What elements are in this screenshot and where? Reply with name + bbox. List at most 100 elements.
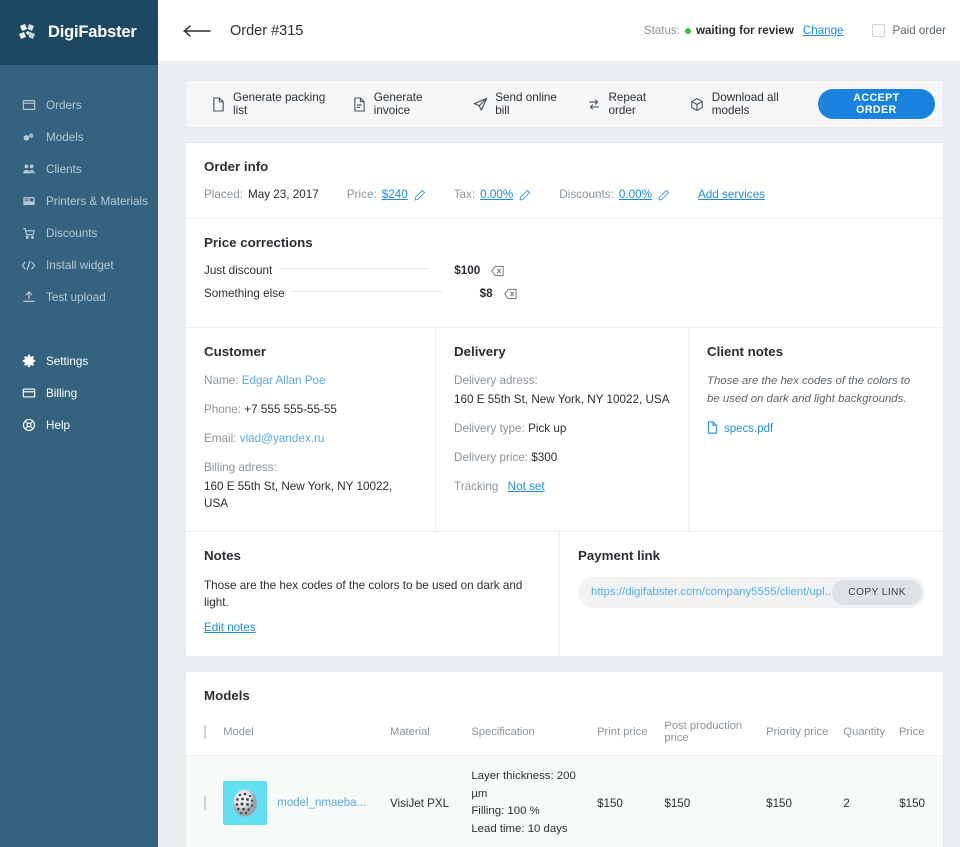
sidebar-item-discounts[interactable]: Discounts [0, 217, 158, 249]
price-label: Price: [347, 188, 377, 201]
tracking-value-link[interactable]: Not set [508, 480, 545, 493]
placed-group: Placed: May 23, 2017 [204, 188, 319, 201]
edit-tax-pencil-icon[interactable] [519, 189, 531, 201]
sidebar-divider-gap [0, 313, 158, 345]
delivery-tracking-row: Tracking Not set [454, 479, 670, 496]
discounts-value[interactable]: 0.00% [619, 188, 652, 201]
price-value[interactable]: $240 [382, 188, 408, 201]
customer-name-value[interactable]: Edgar Allan Poe [242, 374, 326, 387]
sidebar-item-printers-materials[interactable]: Printers & Materials [0, 185, 158, 217]
change-status-link[interactable]: Change [803, 24, 844, 37]
sidebar-item-orders[interactable]: Orders [0, 89, 158, 121]
order-info-row: Placed: May 23, 2017 Price: $240 Tax: [204, 188, 925, 201]
models-table-body: model_nmaeba... VisiJet PXL Layer thickn… [186, 755, 943, 847]
brand-name: DigiFabster [48, 23, 137, 42]
model-name-link[interactable]: model_nmaeba... [277, 797, 366, 809]
model-price: $150 [895, 755, 943, 847]
customer-billing-row: Billing adress: 160 E 55th St, New York,… [204, 460, 417, 513]
customer-title: Customer [204, 344, 417, 359]
status-badge: waiting for review [696, 24, 794, 37]
sidebar-item-settings[interactable]: Settings [0, 345, 158, 377]
sidebar-item-label: Billing [46, 387, 77, 400]
table-header-row: Model Material Specification Print price… [186, 714, 943, 756]
correction-amount: $8 [449, 287, 493, 300]
sidebar-item-models[interactable]: Models [0, 121, 158, 153]
sidebar-item-label: Help [46, 419, 70, 432]
edit-discounts-pencil-icon[interactable] [658, 189, 670, 201]
order-info-title: Order info [204, 159, 925, 174]
back-arrow-icon[interactable] [183, 23, 213, 39]
sidebar-item-label: Install widget [46, 259, 114, 272]
delivery-price-value: $300 [531, 451, 557, 464]
notes-payment-columns: Notes Those are the hex codes of the col… [186, 532, 943, 656]
customer-phone-label: Phone: [204, 403, 241, 416]
col-post-production-price: Post production price [660, 714, 762, 756]
add-services-link[interactable]: Add services [698, 188, 765, 201]
topbar-right: Status: waiting for review Change Paid o… [644, 24, 946, 37]
file-icon [211, 97, 226, 112]
models-icon [21, 130, 36, 145]
client-notes-attachment[interactable]: specs.pdf [707, 421, 925, 437]
copy-link-button[interactable]: COPY LINK [832, 580, 922, 605]
sidebar-item-label: Orders [46, 99, 82, 112]
price-group: Price: $240 [347, 188, 426, 201]
delivery-title: Delivery [454, 344, 670, 359]
sidebar-item-test-upload[interactable]: Test upload [0, 281, 158, 313]
generate-invoice-button[interactable]: Generate invoice [341, 81, 462, 127]
client-notes-section: Client notes Those are the hex codes of … [689, 328, 943, 531]
tax-value[interactable]: 0.00% [480, 188, 513, 201]
placed-value: May 23, 2017 [248, 188, 319, 201]
generate-packing-list-button[interactable]: Generate packing list [200, 81, 341, 127]
model-thumbnail[interactable] [223, 781, 267, 825]
edit-price-pencil-icon[interactable] [414, 189, 426, 201]
tool-label: Generate invoice [374, 91, 451, 117]
spec-filling: Filling: 100 % [471, 803, 589, 821]
select-all-checkbox[interactable] [204, 725, 206, 739]
model-specification: Layer thickness: 200 µm Filling: 100 % L… [467, 755, 593, 847]
download-all-models-button[interactable]: Download all models [679, 81, 818, 127]
correction-name: Something else [204, 287, 285, 300]
customer-phone-value: +7 555 555-55-55 [244, 403, 337, 416]
row-checkbox[interactable] [204, 796, 206, 811]
edit-notes-link[interactable]: Edit notes [204, 621, 256, 634]
remove-correction-icon[interactable] [504, 288, 517, 300]
tax-label: Tax: [454, 188, 475, 201]
brand[interactable]: DigiFabster [0, 0, 158, 65]
notes-section: Notes Those are the hex codes of the col… [186, 532, 560, 656]
payment-url[interactable]: https://digifabster.com/company5555/clie… [591, 586, 832, 598]
model-priority-price: $150 [762, 755, 839, 847]
models-card: Models Model Material Specification Prin… [185, 671, 944, 847]
models-table: Model Material Specification Print price… [186, 714, 943, 847]
order-info-section: Order info Placed: May 23, 2017 Price: $… [186, 143, 943, 218]
send-online-bill-button[interactable]: Send online bill [462, 81, 575, 127]
delivery-address-label: Delivery adress: [454, 373, 670, 390]
attachment-name: specs.pdf [724, 423, 773, 435]
col-price: Price [895, 714, 943, 756]
tracking-label: Tracking [454, 480, 498, 493]
customer-email-value[interactable]: vlad@yandex.ru [240, 432, 325, 445]
sidebar-item-label: Models [46, 131, 84, 144]
sidebar-item-install-widget[interactable]: Install widget [0, 249, 158, 281]
accept-order-button[interactable]: ACCEPT ORDER [818, 89, 935, 119]
col-quantity: Quantity [839, 714, 895, 756]
paid-order-checkbox[interactable] [872, 24, 885, 37]
delivery-type-value: Pick up [528, 422, 566, 435]
sidebar-item-billing[interactable]: Billing [0, 377, 158, 409]
spec-layer-thickness: Layer thickness: 200 µm [471, 768, 589, 803]
sidebar-item-clients[interactable]: Clients [0, 153, 158, 185]
digifabster-logo-icon [17, 22, 39, 44]
discounts-icon [21, 226, 36, 241]
repeat-order-button[interactable]: Repeat order [575, 81, 678, 127]
customer-section: Customer Name: Edgar Allan Poe Phone: +7… [186, 328, 436, 531]
price-corrections-section: Price corrections Just discount $100 Som… [186, 219, 943, 327]
topbar: Order #315 Status: waiting for review Ch… [158, 0, 960, 62]
customer-name-label: Name: [204, 374, 238, 387]
customer-billing-value: 160 E 55th St, New York, NY 10022, USA [204, 479, 417, 513]
remove-correction-icon[interactable] [491, 265, 504, 277]
delivery-price-row: Delivery price: $300 [454, 450, 670, 467]
sidebar-nav: Orders Models Clients Printers & Materia… [0, 65, 158, 441]
sidebar-item-help[interactable]: Help [0, 409, 158, 441]
table-row: model_nmaeba... VisiJet PXL Layer thickn… [186, 755, 943, 847]
delivery-address-row: Delivery adress: 160 E 55th St, New York… [454, 373, 670, 409]
price-corrections-title: Price corrections [204, 235, 925, 250]
